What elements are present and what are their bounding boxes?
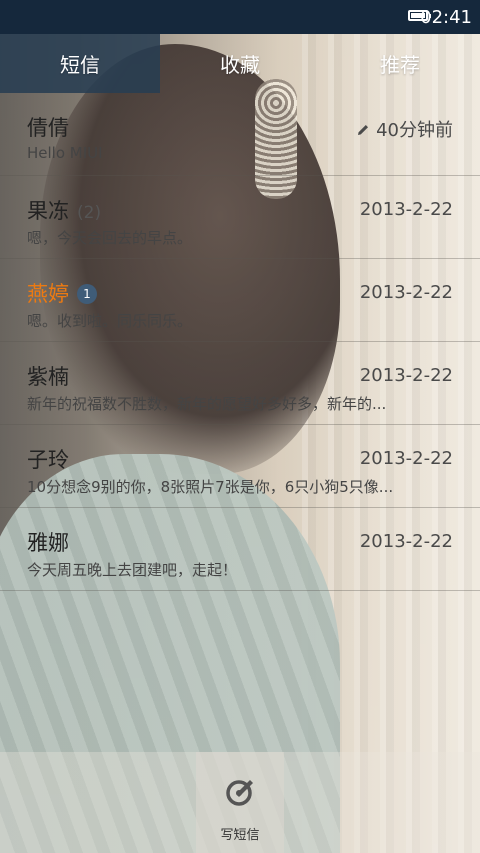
contact-name: 紫楠 (27, 365, 69, 389)
message-preview: Hello MIUI (27, 144, 103, 162)
tab-bar: 短信 收藏 推荐 (0, 34, 480, 93)
compose-label: 写短信 (220, 828, 260, 843)
message-preview: 新年的祝福数不胜数，新年的愿望好多好多，新年的... (27, 395, 387, 413)
compose-icon (226, 780, 253, 806)
status-time: 02:41 (420, 7, 472, 28)
tab-sms-label: 短信 (60, 53, 100, 77)
conversation-row[interactable]: 燕婷 1 2013-2-22 嗯。收到啦。同乐同乐。 (0, 259, 480, 342)
unread-badge: 1 (77, 284, 97, 304)
conversation-row[interactable]: 子玲 2013-2-22 10分想念9别的你，8张照片7张是你，6只小狗5只像.… (0, 425, 480, 508)
message-time: 2013-2-22 (359, 448, 453, 469)
contact-name: 燕婷 1 (27, 278, 97, 308)
message-time: 2013-2-22 (359, 282, 453, 303)
message-time: 2013-2-22 (359, 199, 453, 220)
bottom-bar: 写短信 (0, 752, 480, 853)
message-time: 2013-2-22 (359, 531, 453, 552)
contact-name: 雅娜 (27, 531, 69, 555)
tab-recommended[interactable]: 推荐 (320, 34, 480, 93)
message-preview: 今天周五晚上去团建吧，走起！ (27, 561, 238, 579)
message-preview: 嗯。收到啦。同乐同乐。 (27, 312, 193, 330)
conversation-list: 倩倩 40分钟前 Hello MIUI 果冻 (2) 2013-2-22 嗯，今天… (0, 93, 480, 591)
contact-name: 倩倩 (27, 116, 69, 140)
status-bar: 02:41 (0, 0, 480, 34)
conversation-row[interactable]: 果冻 (2) 2013-2-22 嗯，今天会回去的早点。 (0, 176, 480, 259)
contact-name: 果冻 (2) (27, 195, 101, 225)
compose-button[interactable]: 写短信 (196, 752, 284, 853)
pencil-icon (358, 125, 369, 135)
tab-favorites-label: 收藏 (220, 53, 260, 77)
message-preview: 10分想念9别的你，8张照片7张是你，6只小狗5只像... (27, 478, 394, 496)
contact-name-text: 燕婷 (27, 282, 69, 306)
message-time: 2013-2-22 (359, 365, 453, 386)
contact-name: 子玲 (27, 448, 69, 472)
tab-favorites[interactable]: 收藏 (160, 34, 320, 93)
message-time: 40分钟前 (356, 116, 453, 142)
conversation-row[interactable]: 紫楠 2013-2-22 新年的祝福数不胜数，新年的愿望好多好多，新年的... (0, 342, 480, 425)
tab-sms[interactable]: 短信 (0, 34, 160, 93)
contact-name-text: 果冻 (27, 199, 69, 223)
message-preview: 嗯，今天会回去的早点。 (27, 229, 193, 247)
conversation-row[interactable]: 雅娜 2013-2-22 今天周五晚上去团建吧，走起！ (0, 508, 480, 591)
tab-recommended-label: 推荐 (380, 53, 420, 77)
message-count: (2) (77, 203, 102, 223)
conversation-row[interactable]: 倩倩 40分钟前 Hello MIUI (0, 93, 480, 176)
message-time-text: 40分钟前 (376, 120, 453, 141)
